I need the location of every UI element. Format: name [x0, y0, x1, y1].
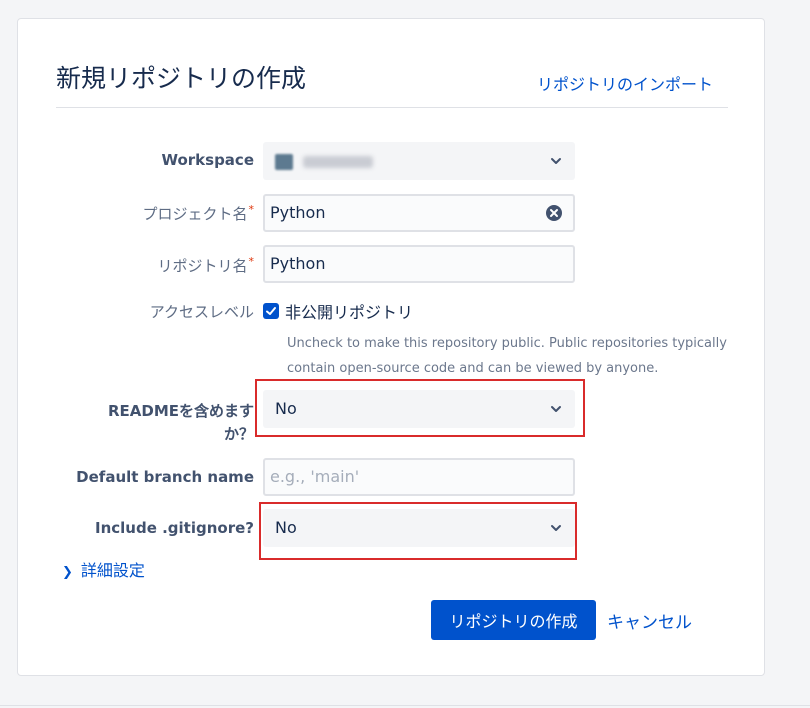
- repository-name-field[interactable]: Python: [263, 245, 575, 283]
- gitignore-select[interactable]: No: [263, 509, 575, 547]
- project-name-field[interactable]: Python: [263, 194, 575, 232]
- page-title: 新規リポジトリの作成: [56, 64, 307, 93]
- chevron-down-icon: [551, 525, 561, 531]
- required-mark: *: [248, 255, 255, 268]
- cancel-button[interactable]: キャンセル: [603, 600, 696, 640]
- advanced-settings-toggle[interactable]: ❯ 詳細設定: [62, 557, 145, 581]
- default-branch-label-text: Default branch name: [76, 468, 254, 486]
- gitignore-value: No: [275, 518, 297, 537]
- bottom-divider: [0, 705, 810, 706]
- repository-name-label-text: リポジトリ名: [157, 257, 248, 275]
- access-level-label-text: アクセスレベル: [149, 303, 254, 321]
- access-level-label: アクセスレベル: [18, 301, 254, 322]
- workspace-label: Workspace: [18, 151, 254, 169]
- gitignore-label: Include .gitignore?: [18, 519, 254, 537]
- workspace-name-blurred: [303, 155, 373, 168]
- default-branch-input[interactable]: e.g., 'main': [263, 458, 575, 496]
- readme-label-text: READMEを含めます か？: [107, 402, 254, 443]
- repository-name-label: リポジトリ名*: [18, 255, 254, 276]
- private-repository-checkbox[interactable]: [263, 303, 279, 319]
- private-repository-checkbox-row[interactable]: 非公開リポジトリ: [263, 299, 414, 322]
- workspace-select[interactable]: [263, 142, 575, 180]
- clear-icon[interactable]: [545, 204, 563, 222]
- chevron-right-icon: ❯: [62, 565, 73, 580]
- project-name-label: プロジェクト名*: [18, 203, 254, 224]
- create-repository-button[interactable]: リポジトリの作成: [431, 600, 596, 640]
- repository-name-value: Python: [270, 254, 326, 273]
- chevron-down-icon: [551, 158, 561, 164]
- workspace-label-text: Workspace: [161, 151, 254, 169]
- import-repository-link[interactable]: リポジトリのインポート: [537, 71, 713, 95]
- readme-value: No: [275, 399, 297, 418]
- gitignore-label-text: Include .gitignore?: [95, 519, 254, 537]
- create-repository-card: 新規リポジトリの作成 リポジトリのインポート Workspace プロジェクト名…: [17, 18, 765, 676]
- chevron-down-icon: [551, 406, 561, 412]
- access-help-text: Uncheck to make this repository public. …: [287, 336, 727, 376]
- check-icon: [266, 307, 276, 315]
- required-mark: *: [248, 203, 255, 216]
- readme-select[interactable]: No: [263, 390, 575, 428]
- header-divider: [56, 107, 728, 108]
- project-name-value: Python: [270, 203, 326, 222]
- default-branch-label: Default branch name: [18, 468, 254, 486]
- workspace-avatar: [275, 153, 293, 170]
- advanced-settings-label: 詳細設定: [80, 561, 145, 580]
- private-repository-label: 非公開リポジトリ: [285, 303, 414, 322]
- default-branch-placeholder: e.g., 'main': [270, 467, 360, 486]
- readme-label: READMEを含めます か？: [18, 400, 254, 446]
- project-name-label-text: プロジェクト名: [142, 205, 248, 223]
